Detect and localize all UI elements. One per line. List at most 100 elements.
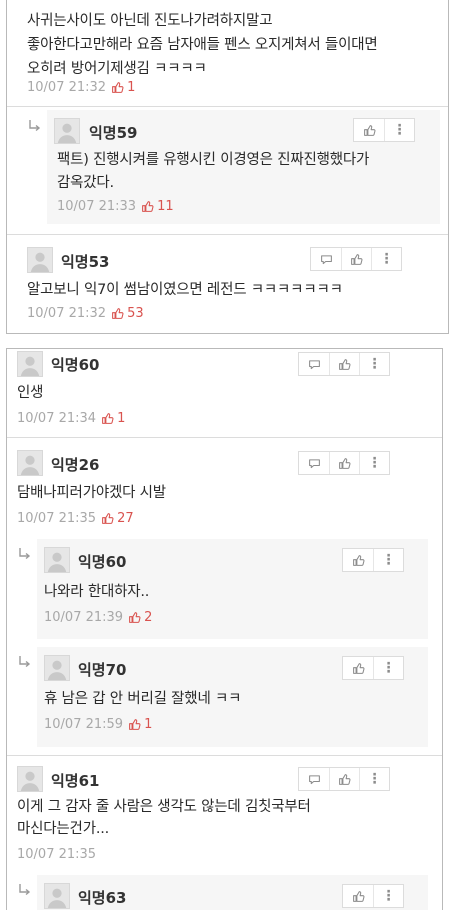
like-count: 27 — [117, 511, 134, 526]
comment-item: 익명61 ⋮ 이게 그 감자 줄 사람은 생각도 않는데 김칫국부터 마신다는건… — [7, 756, 442, 868]
more-button[interactable]: ⋮ — [359, 353, 389, 375]
comment-nickname: 익명61 — [51, 772, 100, 790]
comment-text: 휴 남은 갑 안 버리길 잘했네 ㅋㅋ — [44, 691, 242, 707]
comment-meta: 10/07 21:32 53 — [27, 306, 144, 321]
comment-meta: 10/07 21:34 1 — [17, 411, 125, 426]
comment-timestamp: 10/07 21:34 — [17, 411, 97, 426]
comment-timestamp: 10/07 21:59 — [44, 717, 124, 732]
avatar — [17, 351, 43, 377]
comment-item: 익명60 ⋮ 인생 10/07 21:34 1 — [7, 349, 442, 439]
comment-item: 익명53 ⋮ 알고보니 익7이 썸남이였으면 레전드 ㅋㅋㅋㅋㅋㅋㅋ 10/07… — [7, 235, 448, 333]
reply-arrow-icon — [27, 118, 41, 132]
more-button[interactable]: ⋮ — [373, 657, 403, 679]
avatar — [44, 655, 70, 681]
comment-text-line: 좋아한다고만해라 요즘 남자애들 펜스 오지게쳐서 들이대면 — [27, 37, 378, 53]
thumbs-up-icon — [111, 81, 124, 94]
default-avatar-icon — [55, 119, 79, 143]
vertical-dots-icon: ⋮ — [367, 455, 382, 471]
avatar — [54, 118, 80, 144]
like-count: 11 — [157, 199, 174, 214]
like-count: 1 — [144, 717, 153, 732]
more-button[interactable]: ⋮ — [371, 248, 401, 270]
reply-item: 익명70 ⋮ 휴 남은 갑 안 버리길 잘했네 ㅋㅋ 10/07 21:59 1 — [37, 647, 428, 747]
comment-text-line: 마신다는건가... — [17, 821, 110, 837]
comment-text-line: 이게 그 감자 줄 사람은 생각도 않는데 김칫국부터 — [17, 799, 311, 815]
thumbs-up-icon — [101, 412, 114, 425]
like-count: 2 — [144, 610, 153, 625]
comment-text: 인생 — [17, 385, 44, 401]
divider — [7, 106, 448, 107]
reply-arrow-icon — [17, 882, 31, 896]
like-button[interactable] — [329, 768, 359, 790]
like-button[interactable] — [343, 549, 373, 571]
like-button[interactable] — [329, 452, 359, 474]
thumbs-up-icon — [352, 890, 365, 903]
thumbs-up-icon — [363, 124, 376, 137]
thumbs-up-icon — [338, 358, 351, 371]
more-button[interactable]: ⋮ — [373, 549, 403, 571]
vertical-dots-icon: ⋮ — [392, 122, 407, 138]
comment-nickname: 익명60 — [51, 356, 100, 374]
avatar — [17, 450, 43, 476]
reply-button[interactable] — [311, 248, 341, 270]
comment-timestamp: 10/07 21:32 — [27, 80, 107, 95]
vertical-dots-icon: ⋮ — [381, 888, 396, 904]
like-button[interactable] — [343, 885, 373, 907]
avatar — [27, 247, 53, 273]
thumbs-up-icon — [338, 773, 351, 786]
comment-panel-bottom: 익명60 ⋮ 인생 10/07 21:34 1 익명26 ⋮ 담배나피러가야겠다… — [6, 348, 443, 910]
thumbs-up-icon — [128, 718, 141, 731]
thumbs-up-icon — [141, 200, 154, 213]
comment-nickname: 익명60 — [78, 553, 127, 571]
reply-item: 익명60 ⋮ 나와라 한대하자.. 10/07 21:39 2 — [37, 539, 428, 639]
speech-bubble-icon — [308, 358, 321, 371]
comment-text: 나와라 한대하자.. — [44, 584, 150, 600]
speech-bubble-icon — [308, 773, 321, 786]
thumbs-up-icon — [101, 512, 114, 525]
comment-text: 알고보니 익7이 썸남이였으면 레전드 ㅋㅋㅋㅋㅋㅋㅋ — [27, 282, 343, 298]
more-button[interactable]: ⋮ — [384, 119, 414, 141]
vertical-dots-icon: ⋮ — [379, 251, 394, 267]
comment-nickname: 익명70 — [78, 661, 127, 679]
comment-action-buttons: ⋮ — [298, 352, 390, 376]
reply-action-buttons: ⋮ — [342, 884, 404, 908]
default-avatar-icon — [45, 548, 69, 572]
reply-button[interactable] — [299, 452, 329, 474]
default-avatar-icon — [28, 248, 52, 272]
like-button[interactable] — [354, 119, 384, 141]
thumbs-up-icon — [350, 253, 363, 266]
comment-timestamp: 10/07 21:35 — [17, 847, 97, 862]
reply-item: 익명63 ⋮ — [37, 875, 428, 910]
like-button[interactable] — [329, 353, 359, 375]
comment-meta: 10/07 21:33 11 — [57, 199, 174, 214]
comment-text-line: 사귀는사이도 아닌데 진도나가려하지말고 — [27, 13, 273, 29]
vertical-dots-icon: ⋮ — [381, 660, 396, 676]
more-button[interactable]: ⋮ — [359, 768, 389, 790]
default-avatar-icon — [18, 352, 42, 376]
vertical-dots-icon: ⋮ — [367, 356, 382, 372]
comment-meta: 10/07 21:35 27 — [17, 511, 134, 526]
vertical-dots-icon: ⋮ — [367, 771, 382, 787]
reply-button[interactable] — [299, 768, 329, 790]
more-button[interactable]: ⋮ — [373, 885, 403, 907]
comment-meta: 10/07 21:39 2 — [44, 610, 152, 625]
more-button[interactable]: ⋮ — [359, 452, 389, 474]
comment-nickname: 익명53 — [61, 253, 110, 271]
thumbs-up-icon — [111, 307, 124, 320]
avatar — [17, 766, 43, 792]
comment-text-line: 감옥갔다. — [57, 175, 114, 191]
default-avatar-icon — [45, 656, 69, 680]
comment-timestamp: 10/07 21:32 — [27, 306, 107, 321]
comment-action-buttons: ⋮ — [298, 451, 390, 475]
reply-arrow-icon — [17, 546, 31, 560]
thumbs-up-icon — [128, 611, 141, 624]
like-count: 1 — [117, 411, 126, 426]
comment-text: 담배나피러가야겠다 시발 — [17, 485, 166, 501]
like-count: 53 — [127, 306, 144, 321]
reply-button[interactable] — [299, 353, 329, 375]
comment-panel-top: 사귀는사이도 아닌데 진도나가려하지말고 좋아한다고만해라 요즘 남자애들 펜스… — [6, 0, 449, 334]
thumbs-up-icon — [338, 457, 351, 470]
like-button[interactable] — [341, 248, 371, 270]
comment-meta: 10/07 21:35 — [17, 847, 101, 862]
like-button[interactable] — [343, 657, 373, 679]
